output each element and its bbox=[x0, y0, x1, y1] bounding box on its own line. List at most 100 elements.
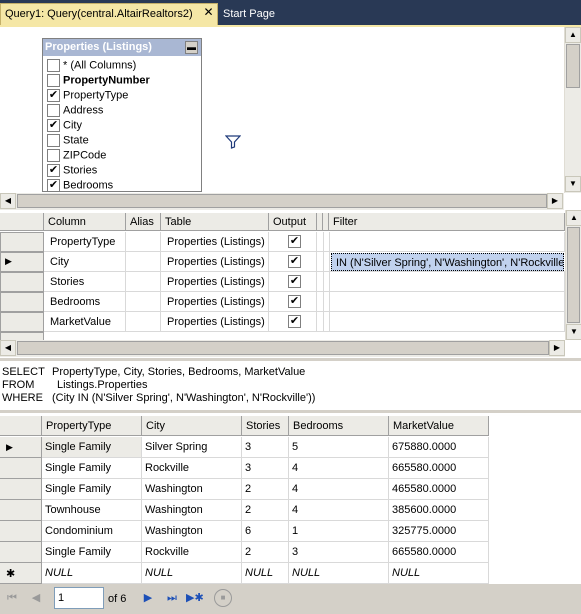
scroll-left-icon[interactable]: ◀ bbox=[0, 193, 16, 209]
result-cell[interactable]: Single Family bbox=[42, 479, 142, 500]
criteria-cell-alias[interactable] bbox=[126, 272, 161, 292]
stop-icon[interactable]: ■ bbox=[214, 589, 232, 607]
diagram-horizontal-scrollbar[interactable]: ◀ ▶ bbox=[0, 193, 564, 210]
row-selector[interactable] bbox=[0, 332, 44, 340]
criteria-cell-alias[interactable] bbox=[126, 292, 161, 312]
output-checkbox[interactable]: ✔ bbox=[288, 295, 301, 308]
result-cell[interactable]: Single Family bbox=[42, 437, 142, 458]
row-selector[interactable] bbox=[0, 542, 42, 563]
result-cell[interactable]: Washington bbox=[142, 500, 242, 521]
column-item-all-columns[interactable]: * (All Columns) bbox=[47, 59, 197, 74]
row-selector[interactable] bbox=[0, 312, 44, 332]
criteria-cell-filter[interactable] bbox=[329, 272, 565, 292]
criteria-cell-column[interactable]: MarketValue bbox=[44, 312, 126, 332]
table-box-properties[interactable]: Properties (Listings) ▬ * (All Columns) … bbox=[42, 38, 241, 194]
column-item-state[interactable]: State bbox=[47, 134, 197, 149]
column-checkbox[interactable]: ✔ bbox=[47, 179, 60, 192]
criteria-cell-filter[interactable] bbox=[329, 292, 565, 312]
scroll-right-icon[interactable]: ▶ bbox=[549, 340, 565, 356]
output-checkbox[interactable]: ✔ bbox=[288, 275, 301, 288]
column-checkbox[interactable] bbox=[47, 74, 60, 87]
criteria-cell-alias[interactable] bbox=[126, 232, 161, 252]
criteria-cell-table[interactable]: Properties (Listings) bbox=[161, 292, 269, 312]
previous-record-icon[interactable]: ◀ bbox=[28, 590, 44, 606]
current-record-input[interactable]: 1 bbox=[54, 587, 104, 609]
criteria-header-table[interactable]: Table bbox=[161, 213, 269, 231]
criteria-cell-column[interactable]: Stories bbox=[44, 272, 126, 292]
result-cell[interactable]: Washington bbox=[142, 479, 242, 500]
criteria-cell-output[interactable]: ✔ bbox=[269, 232, 317, 252]
criteria-cell-table[interactable]: Properties (Listings) bbox=[161, 252, 269, 272]
result-cell[interactable]: 2 bbox=[242, 500, 289, 521]
row-selector[interactable] bbox=[0, 500, 42, 521]
tab-query1[interactable]: Query1: Query(central.AltairRealtors2) bbox=[0, 3, 218, 25]
criteria-cell-filter[interactable] bbox=[329, 312, 565, 332]
output-checkbox[interactable]: ✔ bbox=[288, 315, 301, 328]
column-item-zipcode[interactable]: ZIPCode bbox=[47, 149, 197, 164]
criteria-row[interactable]: PropertyType Properties (Listings) ✔ bbox=[0, 232, 565, 252]
row-selector[interactable] bbox=[0, 458, 42, 479]
column-checkbox[interactable] bbox=[47, 134, 60, 147]
criteria-cell-filter[interactable] bbox=[329, 232, 565, 252]
criteria-vertical-scrollbar[interactable]: ▲ ▼ bbox=[565, 210, 581, 340]
criteria-cell-output[interactable]: ✔ bbox=[269, 272, 317, 292]
scroll-thumb[interactable] bbox=[566, 44, 580, 88]
table-box-title[interactable]: Properties (Listings) bbox=[43, 39, 201, 56]
result-cell[interactable]: 4 bbox=[289, 479, 389, 500]
result-cell[interactable]: Rockville bbox=[142, 542, 242, 563]
result-cell[interactable]: Single Family bbox=[42, 542, 142, 563]
result-cell[interactable]: 675880.0000 bbox=[389, 437, 489, 458]
row-selector[interactable] bbox=[0, 292, 44, 312]
results-header-propertytype[interactable]: PropertyType bbox=[42, 416, 142, 436]
result-cell[interactable]: 385600.0000 bbox=[389, 500, 489, 521]
column-item-propertytype[interactable]: ✔ PropertyType bbox=[47, 89, 197, 104]
scroll-thumb[interactable] bbox=[567, 227, 580, 323]
criteria-cell-table[interactable]: Properties (Listings) bbox=[161, 312, 269, 332]
criteria-header-output[interactable]: Output bbox=[269, 213, 317, 231]
row-selector[interactable] bbox=[0, 232, 44, 252]
result-cell[interactable]: 3 bbox=[242, 458, 289, 479]
criteria-cell-column[interactable]: City bbox=[44, 252, 126, 272]
column-checkbox[interactable] bbox=[47, 59, 60, 72]
sql-pane[interactable]: SELECT PropertyType, City, Stories, Bedro… bbox=[0, 358, 581, 410]
results-header-marketvalue[interactable]: MarketValue bbox=[389, 416, 489, 436]
result-cell[interactable]: Silver Spring bbox=[142, 437, 242, 458]
result-cell[interactable]: 6 bbox=[242, 521, 289, 542]
scroll-up-icon[interactable]: ▲ bbox=[566, 210, 581, 226]
result-cell[interactable]: 665580.0000 bbox=[389, 458, 489, 479]
result-cell[interactable]: 4 bbox=[289, 500, 389, 521]
column-checkbox[interactable]: ✔ bbox=[47, 119, 60, 132]
row-selector[interactable] bbox=[0, 521, 42, 542]
criteria-row[interactable]: Bedrooms Properties (Listings) ✔ bbox=[0, 292, 565, 312]
results-header-city[interactable]: City bbox=[142, 416, 242, 436]
results-header-bedrooms[interactable]: Bedrooms bbox=[289, 416, 389, 436]
result-cell[interactable]: 4 bbox=[289, 458, 389, 479]
criteria-cell-table[interactable]: Properties (Listings) bbox=[161, 232, 269, 252]
diagram-vertical-scrollbar[interactable]: ▲ ▼ bbox=[564, 27, 581, 193]
criteria-header-filter[interactable]: Filter bbox=[329, 213, 565, 231]
new-record-icon[interactable]: ▶✱ bbox=[186, 590, 204, 606]
column-checkbox[interactable]: ✔ bbox=[47, 164, 60, 177]
criteria-cell-table[interactable]: Properties (Listings) bbox=[161, 272, 269, 292]
result-cell-null[interactable]: NULL bbox=[142, 563, 242, 584]
tab-start-page[interactable]: Start Page bbox=[219, 5, 279, 25]
row-selector-current[interactable]: ▶ bbox=[0, 437, 42, 458]
row-selector[interactable] bbox=[0, 479, 42, 500]
criteria-row[interactable]: ▶ City Properties (Listings) ✔ IN (N'Sil… bbox=[0, 252, 565, 272]
criteria-cell-output[interactable]: ✔ bbox=[269, 312, 317, 332]
result-cell[interactable]: Washington bbox=[142, 521, 242, 542]
criteria-cell-column[interactable]: PropertyType bbox=[44, 232, 126, 252]
criteria-header-alias[interactable]: Alias bbox=[126, 213, 161, 231]
column-item-city[interactable]: ✔ City bbox=[47, 119, 197, 134]
column-item-bedrooms[interactable]: ✔ Bedrooms bbox=[47, 179, 197, 194]
output-checkbox[interactable]: ✔ bbox=[288, 255, 301, 268]
results-header-stories[interactable]: Stories bbox=[242, 416, 289, 436]
scroll-down-icon[interactable]: ▼ bbox=[565, 176, 581, 192]
result-cell-null[interactable]: NULL bbox=[289, 563, 389, 584]
criteria-row[interactable]: MarketValue Properties (Listings) ✔ bbox=[0, 312, 565, 332]
scroll-down-icon[interactable]: ▼ bbox=[566, 324, 581, 340]
criteria-cell-output[interactable]: ✔ bbox=[269, 292, 317, 312]
criteria-cell-filter-selected[interactable]: IN (N'Silver Spring', N'Washington', N'R… bbox=[331, 253, 564, 271]
criteria-cell-output[interactable]: ✔ bbox=[269, 252, 317, 272]
column-checkbox[interactable]: ✔ bbox=[47, 89, 60, 102]
